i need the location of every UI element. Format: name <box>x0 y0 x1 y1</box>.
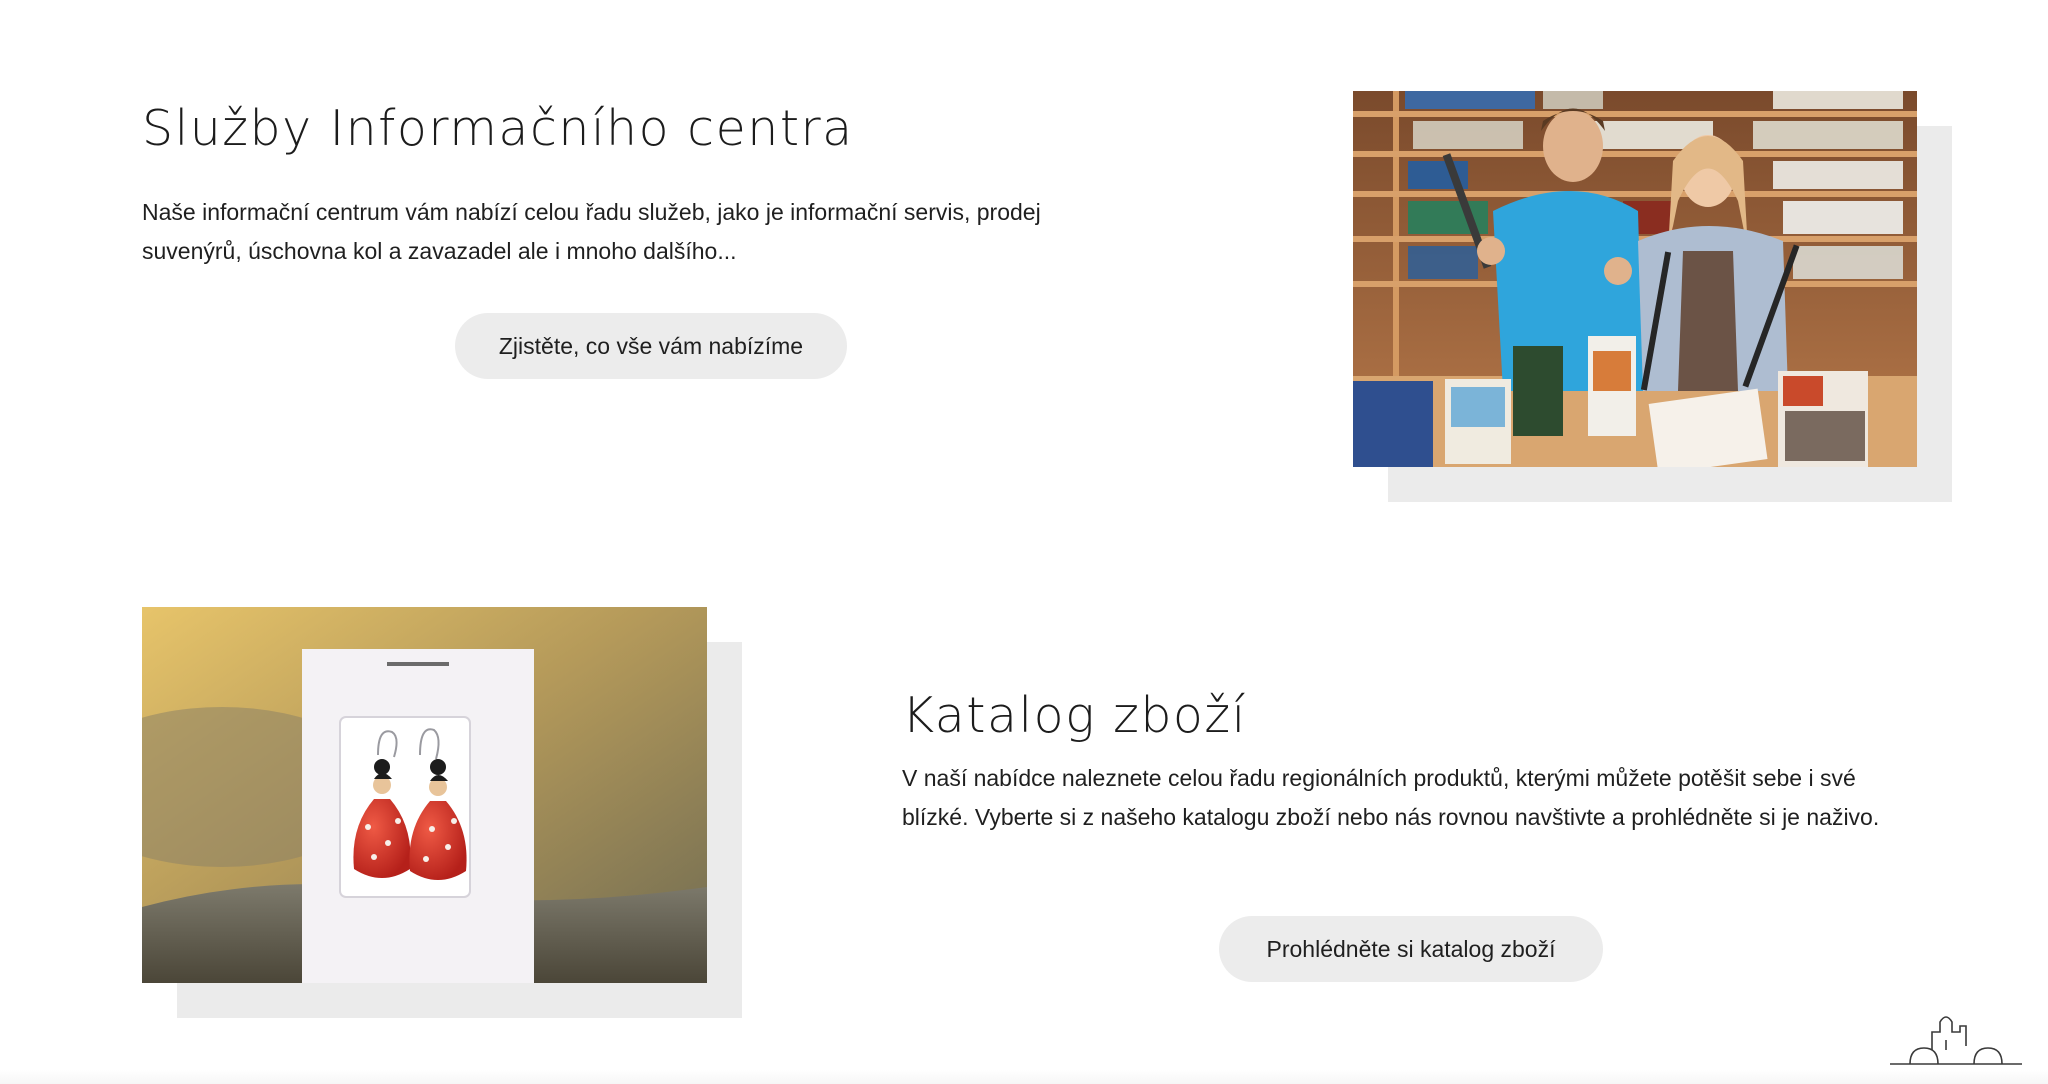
catalog-description: V naší nabídce naleznete celou řadu regi… <box>902 765 1880 830</box>
footer-divider <box>0 1070 2048 1084</box>
town-skyline-icon <box>1888 1012 2024 1068</box>
catalog-button[interactable]: Prohlédněte si katalog zboží <box>1219 916 1603 982</box>
services-description: Naše informační centrum vám nabízí celou… <box>142 199 1041 264</box>
services-photo <box>1353 91 1917 467</box>
catalog-title: Katalog zboží <box>902 687 1247 744</box>
services-button[interactable]: Zjistěte, co vše vám nabízíme <box>455 313 847 379</box>
catalog-photo <box>142 607 707 983</box>
services-title: Služby Informačního centra <box>142 100 854 157</box>
